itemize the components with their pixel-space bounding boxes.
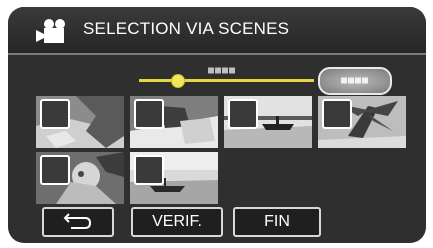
page-indicator: ■■■■ [208, 65, 237, 76]
verif-button[interactable]: VERIF. [131, 207, 223, 237]
movie-camera-icon [36, 19, 65, 43]
fin-button[interactable]: FIN [233, 207, 321, 237]
checkbox[interactable] [134, 155, 164, 185]
checkbox[interactable] [40, 155, 70, 185]
page-count-button[interactable]: ■■■■ [318, 67, 392, 95]
page-title: SELECTION VIA SCENES [83, 19, 290, 38]
return-arrow-icon [63, 213, 92, 229]
scene-thumbnail-2[interactable] [130, 96, 218, 148]
checkbox[interactable] [322, 99, 352, 129]
scene-thumbnail-4[interactable] [318, 96, 406, 148]
title-bar: SELECTION VIA SCENES [8, 7, 426, 55]
camera-screen: SELECTION VIA SCENES ■■■■ ■■■■ VERIF. FI… [8, 7, 426, 243]
scene-thumbnail-3[interactable] [224, 96, 312, 148]
page-slider-knob[interactable] [170, 74, 185, 88]
checkbox[interactable] [134, 99, 164, 129]
page-slider-track[interactable] [139, 79, 314, 82]
scene-thumbnail-6[interactable] [130, 152, 218, 204]
checkbox[interactable] [40, 99, 70, 129]
scene-thumbnail-5[interactable] [36, 152, 124, 204]
scene-thumbnail-1[interactable] [36, 96, 124, 148]
page-slider-area: ■■■■ ■■■■ [8, 55, 426, 95]
back-button[interactable] [42, 207, 114, 237]
bottom-toolbar: VERIF. FIN [8, 205, 426, 243]
checkbox[interactable] [228, 99, 258, 129]
